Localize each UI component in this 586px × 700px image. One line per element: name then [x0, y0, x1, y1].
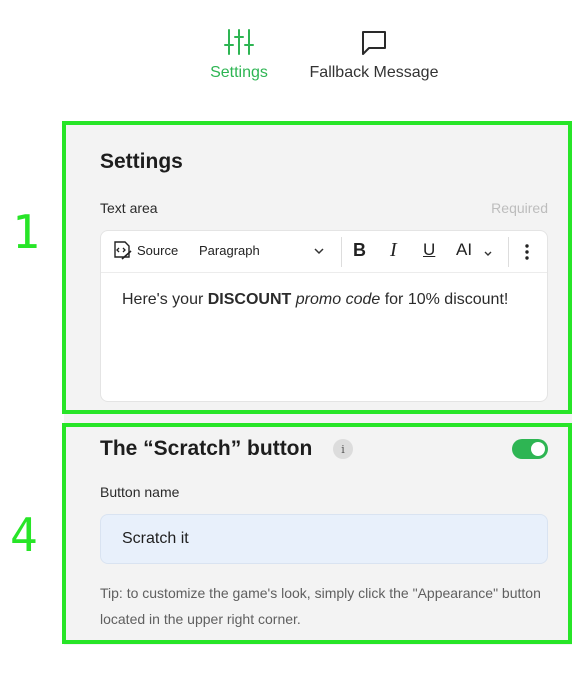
- rich-text-editor: Source Paragraph B I U AI Here's your DI…: [100, 230, 548, 402]
- toolbar-divider: [341, 237, 342, 267]
- source-icon: [114, 241, 132, 260]
- scratch-button-title: The “Scratch” button: [100, 437, 313, 460]
- underline-button[interactable]: U: [423, 240, 435, 260]
- button-name-input[interactable]: [100, 514, 548, 564]
- info-icon[interactable]: i: [333, 439, 353, 459]
- content-text: for 10% discount!: [380, 291, 509, 308]
- more-options-icon[interactable]: [524, 242, 530, 267]
- tab-fallback-label: Fallback Message: [309, 64, 439, 81]
- tab-settings[interactable]: Settings: [200, 26, 278, 82]
- editor-toolbar: Source Paragraph B I U AI: [101, 231, 547, 273]
- required-label: Required: [491, 200, 548, 216]
- paragraph-select[interactable]: Paragraph: [199, 243, 260, 258]
- page: Settings Fallback Message Settings Text …: [0, 0, 586, 700]
- button-name-label: Button name: [100, 484, 180, 500]
- bold-button[interactable]: B: [353, 240, 366, 261]
- content-bold: DISCOUNT: [207, 291, 292, 308]
- font-size-button[interactable]: AI: [456, 240, 472, 260]
- step-number-4: 4: [10, 508, 38, 562]
- content-text: Here's your: [122, 291, 208, 308]
- sliders-icon: [222, 26, 256, 58]
- tab-fallback-message[interactable]: Fallback Message: [298, 26, 450, 82]
- chevron-down-icon[interactable]: [483, 246, 493, 264]
- toolbar-divider: [508, 237, 509, 267]
- editor-content[interactable]: Here's your DISCOUNT promo code for 10% …: [122, 287, 522, 312]
- scratch-toggle[interactable]: [512, 439, 548, 459]
- content-italic: promo code: [295, 291, 381, 308]
- chevron-down-icon[interactable]: [313, 244, 325, 262]
- text-area-label: Text area: [100, 200, 158, 216]
- tab-settings-label: Settings: [210, 64, 268, 81]
- italic-button[interactable]: I: [390, 239, 397, 262]
- toggle-knob: [531, 442, 545, 456]
- tip-text: Tip: to customize the game's look, simpl…: [100, 585, 541, 627]
- source-button[interactable]: Source: [111, 239, 178, 261]
- settings-title: Settings: [100, 150, 183, 173]
- message-icon: [357, 26, 391, 58]
- tab-bar: Settings Fallback Message: [0, 26, 586, 96]
- source-label: Source: [137, 242, 179, 258]
- step-number-1: 1: [12, 205, 40, 259]
